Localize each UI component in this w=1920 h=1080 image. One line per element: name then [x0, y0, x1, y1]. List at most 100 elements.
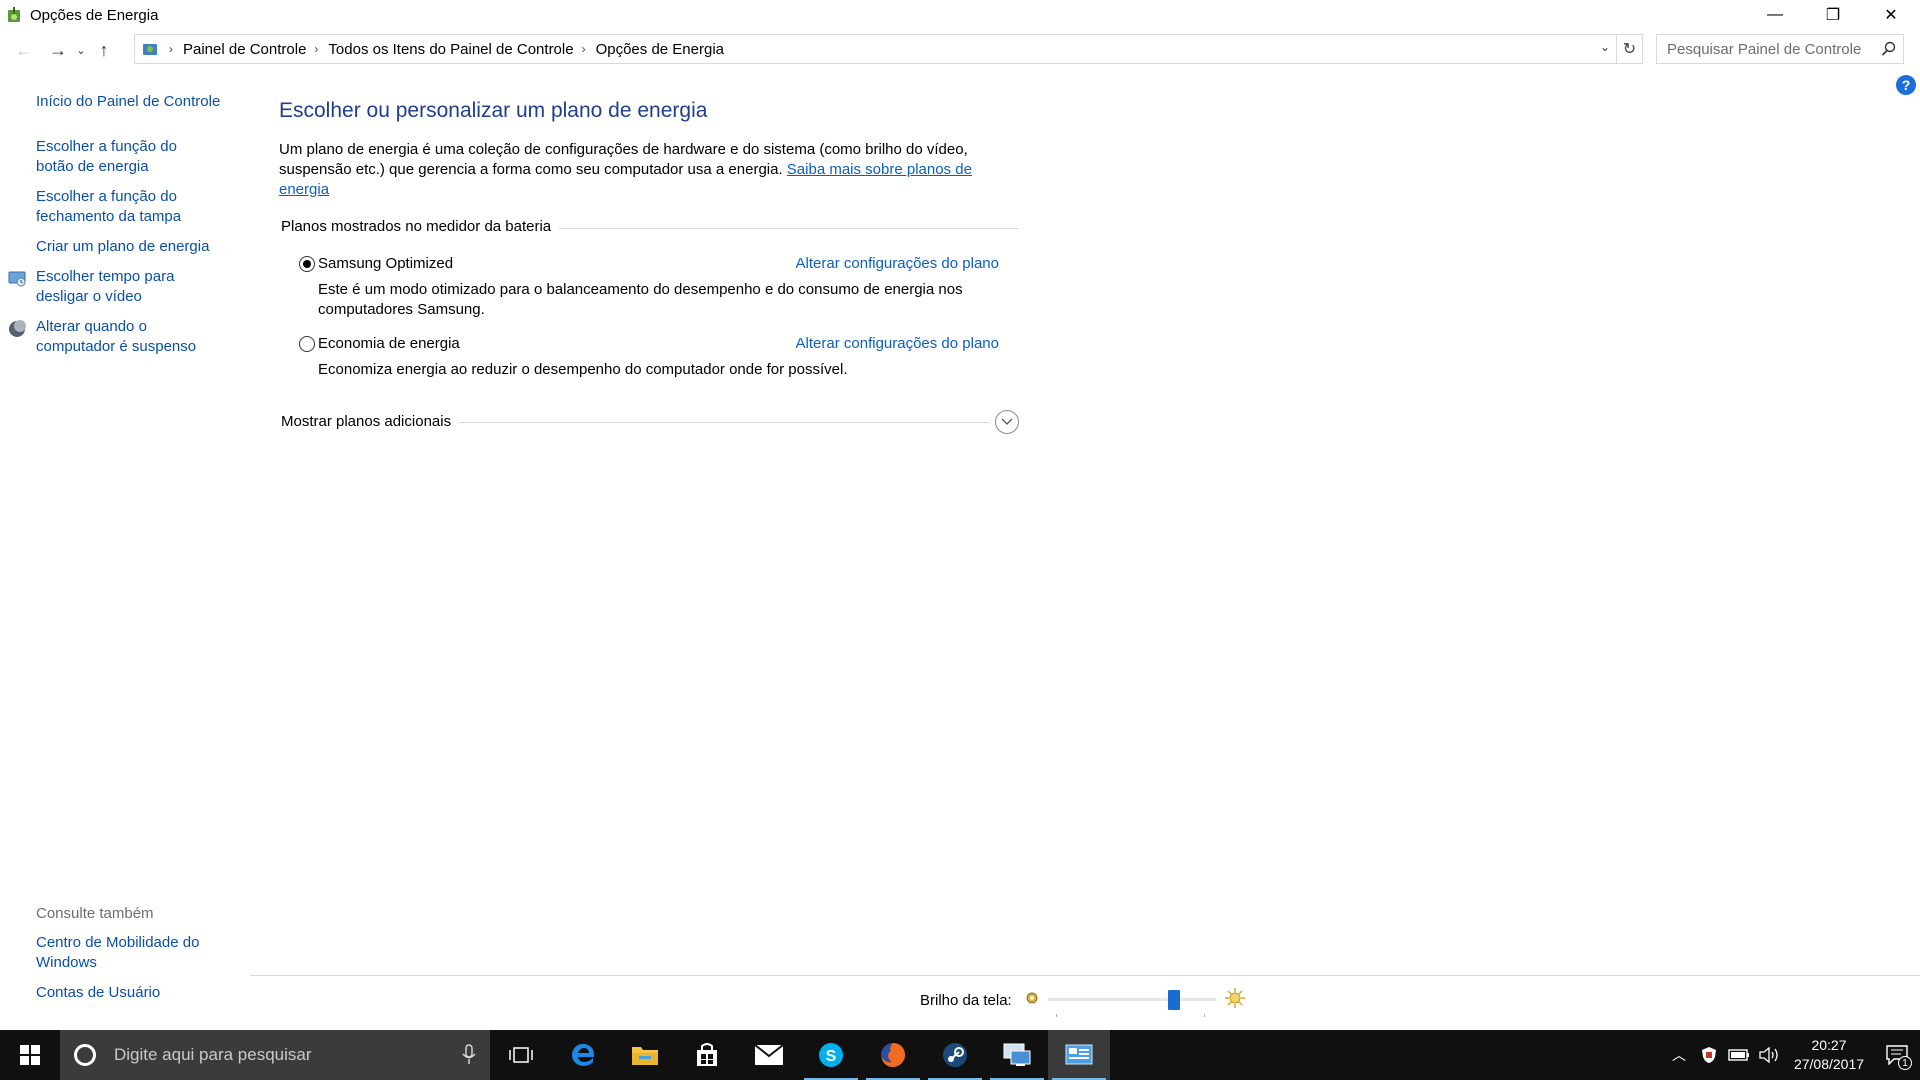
title-bar: Opções de Energia — ❐ ✕ [0, 0, 1920, 30]
chevron-right-icon[interactable]: › [582, 42, 586, 56]
change-plan-settings-link[interactable]: Alterar configurações do plano [796, 334, 999, 354]
start-button[interactable] [0, 1030, 60, 1080]
breadcrumb-all-items[interactable]: Todos os Itens do Painel de Controle [328, 41, 573, 58]
see-also-heading: Consulte também [36, 905, 154, 922]
brightness-slider[interactable] [1047, 988, 1216, 1017]
taskbar-app-steam[interactable] [924, 1030, 986, 1080]
sidebar-item-label: Alterar quando o computador é suspenso [36, 318, 197, 355]
chevron-right-icon[interactable]: › [169, 42, 173, 56]
breadcrumb-power-options[interactable]: Opções de Energia [596, 41, 724, 58]
plan-radio-power-saver[interactable] [299, 336, 315, 352]
clock[interactable]: 20:27 27/08/2017 [1784, 1036, 1874, 1074]
up-button[interactable]: ↑ [90, 36, 118, 64]
search-icon[interactable] [1881, 41, 1897, 62]
intro-paragraph: Um plano de energia é uma coleção de con… [279, 140, 979, 200]
svg-text:S: S [826, 1048, 837, 1065]
show-hidden-icons-button[interactable]: ︿ [1664, 1030, 1694, 1080]
change-plan-settings-link[interactable]: Alterar configurações do plano [796, 254, 999, 274]
taskbar-app-control-panel[interactable] [1048, 1030, 1110, 1080]
sidebar-item-create-plan[interactable]: Criar um plano de energia [0, 237, 215, 257]
taskbar-app-mail[interactable] [738, 1030, 800, 1080]
sidebar-item-sleep[interactable]: Alterar quando o computador é suspenso [0, 317, 215, 357]
minimize-button[interactable]: — [1746, 0, 1804, 30]
cortana-icon[interactable] [74, 1044, 96, 1066]
battery-icon [1728, 1049, 1749, 1061]
clock-time: 20:27 [1811, 1037, 1847, 1053]
task-view-button[interactable] [490, 1030, 552, 1080]
user-accounts-link[interactable]: Contas de Usuário [0, 983, 215, 1003]
plan-name[interactable]: Economia de energia [318, 334, 460, 354]
help-button[interactable]: ? [1896, 75, 1916, 95]
slider-track [1047, 998, 1216, 1001]
tray-battery[interactable] [1724, 1030, 1754, 1080]
plan-radio-samsung-optimized[interactable] [299, 256, 315, 272]
main-content: Escolher ou personalizar um plano de ene… [279, 96, 1019, 434]
breadcrumb-control-panel[interactable]: Painel de Controle [183, 41, 306, 58]
expand-button[interactable] [995, 410, 1019, 434]
brightness-label: Brilho da tela: [920, 991, 1012, 1009]
refresh-button[interactable]: ↻ [1617, 34, 1643, 64]
microphone-icon[interactable] [462, 1044, 476, 1071]
plan-description: Este é um modo otimizado para o balancea… [318, 281, 963, 318]
plan-power-saver: Economia de energia Alterar configuraçõe… [279, 334, 1019, 380]
restore-button[interactable]: ❐ [1804, 0, 1862, 30]
recent-locations-button[interactable]: ⌄ [72, 36, 90, 64]
sidebar: Início do Painel de Controle Escolher a … [0, 86, 250, 367]
taskbar-app-remote-desktop[interactable] [986, 1030, 1048, 1080]
slider-tick [1203, 1014, 1205, 1017]
taskbar-app-firefox[interactable] [862, 1030, 924, 1080]
forward-button[interactable]: → [44, 36, 72, 64]
search-box [1656, 34, 1904, 64]
sidebar-item-power-button[interactable]: Escolher a função do botão de energia [0, 137, 215, 177]
help-icon: ? [1901, 77, 1911, 93]
taskbar-app-file-explorer[interactable] [614, 1030, 676, 1080]
close-button[interactable]: ✕ [1862, 0, 1920, 30]
brightness-low-icon [1024, 990, 1040, 1010]
system-tray: ︿ 20:27 27/08/2017 1 [1664, 1030, 1920, 1080]
refresh-icon: ↻ [1622, 41, 1637, 58]
show-additional-plans-label[interactable]: Mostrar planos adicionais [279, 413, 460, 430]
firefox-icon [881, 1043, 905, 1067]
tray-volume[interactable] [1754, 1030, 1784, 1080]
chevron-down-icon: ⌄ [76, 44, 86, 57]
display-icon [7, 269, 27, 289]
taskbar-app-skype[interactable]: S [800, 1030, 862, 1080]
action-center-button[interactable]: 1 [1874, 1030, 1920, 1080]
taskbar-search-input[interactable] [112, 1044, 432, 1066]
steam-icon [943, 1043, 967, 1067]
slider-thumb[interactable] [1167, 990, 1180, 1010]
mobility-center-link[interactable]: Centro de Mobilidade do Windows [0, 933, 215, 973]
windows-logo-icon [20, 1045, 40, 1065]
sidebar-item-lid-close[interactable]: Escolher a função do fechamento da tampa [0, 187, 215, 227]
search-input[interactable] [1665, 39, 1865, 59]
plan-description: Economiza energia ao reduzir o desempenh… [318, 361, 848, 378]
clock-date: 27/08/2017 [1793, 1056, 1865, 1072]
remote-desktop-icon [1003, 1043, 1031, 1066]
taskbar: S ︿ 20:27 27/08/2017 1 [0, 1030, 1920, 1080]
address-dropdown-icon[interactable]: ⌄ [1600, 40, 1610, 54]
taskbar-app-edge[interactable] [552, 1030, 614, 1080]
power-options-icon [4, 5, 24, 25]
address-bar[interactable]: › Painel de Controle › Todos os Itens do… [134, 34, 1617, 64]
sidebar-item-label: Escolher a função do botão de energia [36, 138, 177, 175]
tray-security[interactable] [1694, 1030, 1724, 1080]
group-label: Planos mostrados no medidor da bateria [279, 218, 560, 235]
taskbar-app-store[interactable] [676, 1030, 738, 1080]
mail-icon [754, 1044, 784, 1065]
sidebar-home-link[interactable]: Início do Painel de Controle [0, 92, 250, 112]
sidebar-item-display-off[interactable]: Escolher tempo para desligar o vídeo [0, 267, 215, 307]
show-additional-plans[interactable]: Mostrar planos adicionais [279, 410, 1019, 434]
store-icon [697, 1043, 717, 1066]
back-button[interactable]: ← [10, 36, 38, 64]
close-icon: ✕ [1884, 7, 1898, 24]
sidebar-item-label: Criar um plano de energia [36, 238, 210, 255]
window-title: Opções de Energia [30, 6, 159, 24]
minimize-icon: — [1767, 6, 1783, 23]
brightness-control: Brilho da tela: [920, 988, 1246, 1017]
file-explorer-icon [632, 1047, 658, 1065]
sidebar-item-label: Escolher a função do fechamento da tampa [36, 188, 182, 225]
chevron-right-icon[interactable]: › [314, 42, 318, 56]
see-also-section: Consulte também Centro de Mobilidade do … [0, 905, 250, 1013]
skype-icon: S [819, 1043, 843, 1067]
plan-name[interactable]: Samsung Optimized [318, 254, 453, 274]
